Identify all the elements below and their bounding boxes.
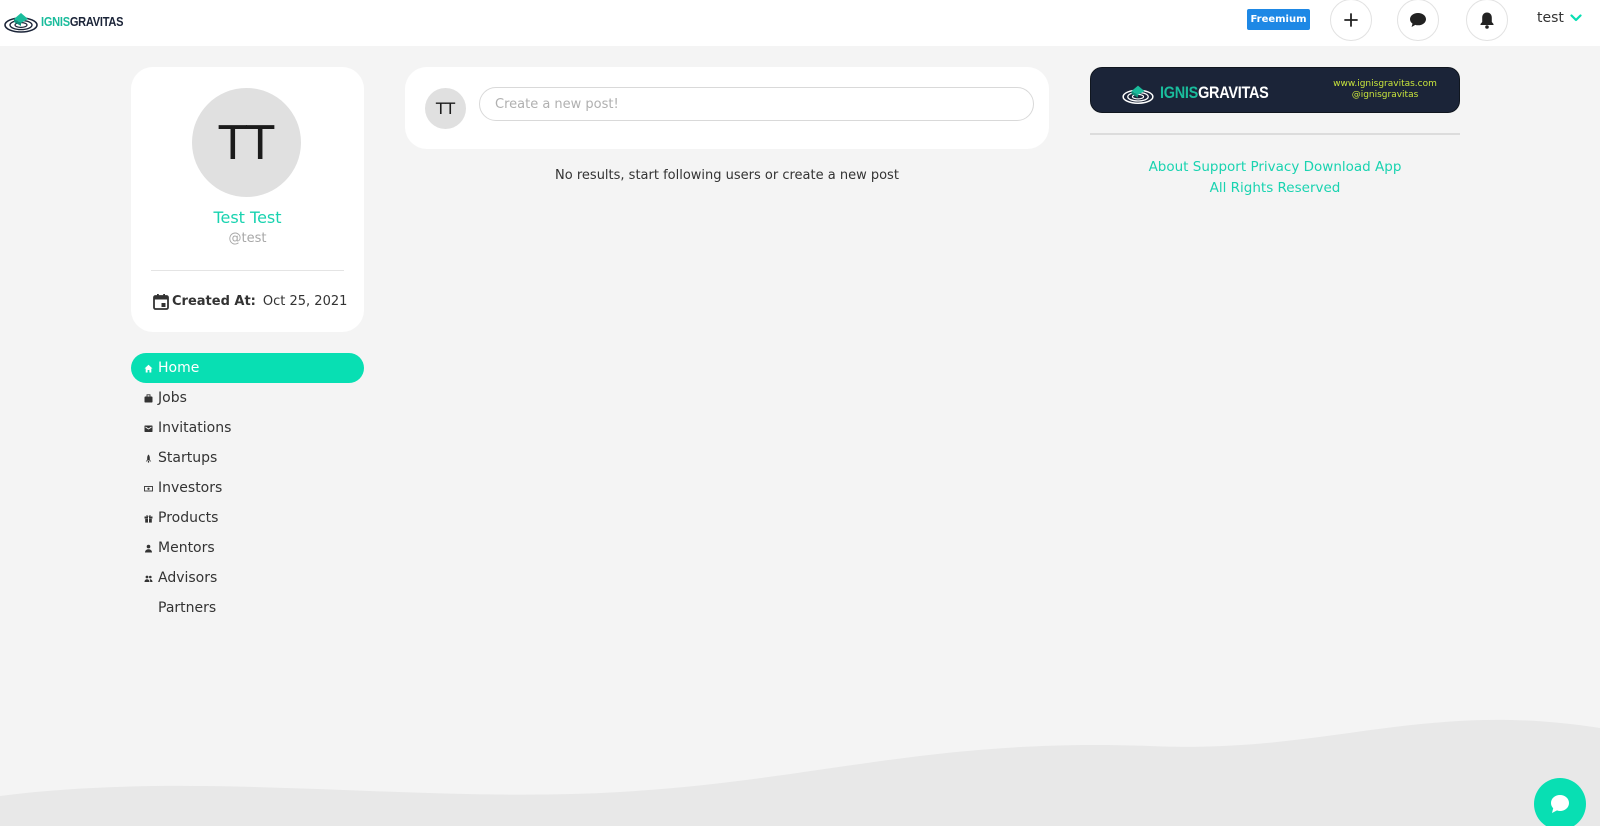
- home-icon: [143, 363, 153, 373]
- sidebar-item-startups[interactable]: Startups: [131, 443, 364, 473]
- created-at-label: Created At:: [172, 294, 256, 309]
- people-icon: [143, 573, 153, 583]
- footer-links: About Support Privacy Download App All R…: [1090, 157, 1460, 199]
- logo-icon: [4, 13, 38, 33]
- download-app-link[interactable]: Download App: [1304, 159, 1402, 175]
- sidebar-item-products[interactable]: Products: [131, 503, 364, 533]
- person-icon: [143, 543, 153, 553]
- feed-empty-message: No results, start following users or cre…: [555, 168, 899, 183]
- chat-bubble-icon: [1410, 13, 1426, 27]
- copyright-text: All Rights Reserved: [1209, 180, 1341, 196]
- sidebar-item-label: Home: [158, 360, 200, 376]
- rocket-icon: [143, 453, 153, 463]
- about-link[interactable]: About: [1149, 159, 1189, 175]
- messages-button[interactable]: [1397, 0, 1439, 41]
- sidebar-item-label: Invitations: [158, 420, 232, 436]
- sidebar-item-label: Jobs: [158, 390, 187, 406]
- banner-logo-text: IGNISGRAVITAS: [1160, 83, 1269, 102]
- profile-handle: @test: [228, 231, 267, 246]
- mail-icon: [143, 423, 153, 433]
- created-at-row: Created At: Oct 25, 2021: [153, 293, 347, 310]
- sidebar-item-label: Investors: [158, 480, 223, 496]
- username-label: test: [1537, 10, 1564, 26]
- new-post-input[interactable]: [479, 87, 1034, 121]
- sidebar-item-advisors[interactable]: Advisors: [131, 563, 364, 593]
- logo-icon: [1122, 85, 1154, 104]
- sidebar-item-label: Advisors: [158, 570, 218, 586]
- chat-bubble-icon: [1551, 795, 1569, 813]
- sidebar-item-invitations[interactable]: Invitations: [131, 413, 364, 443]
- money-icon: [143, 483, 153, 493]
- brand-logo[interactable]: IGNISGRAVITAS: [4, 7, 138, 35]
- sidebar-item-home[interactable]: Home: [131, 353, 364, 383]
- sidebar-item-mentors[interactable]: Mentors: [131, 533, 364, 563]
- sidebar-item-partners[interactable]: Partners: [131, 593, 364, 623]
- divider: [1090, 133, 1460, 135]
- privacy-link[interactable]: Privacy: [1250, 159, 1299, 175]
- live-chat-button[interactable]: [1534, 778, 1586, 826]
- profile-card: TT Test Test @test Created At: Oct 25, 2…: [131, 67, 364, 332]
- avatar[interactable]: TT: [425, 88, 466, 129]
- user-menu[interactable]: test: [1537, 10, 1582, 26]
- sidebar-item-jobs[interactable]: Jobs: [131, 383, 364, 413]
- plus-icon: [1344, 13, 1358, 27]
- banner-contact: www.ignisgravitas.com @ignisgravitas: [1315, 79, 1455, 101]
- avatar[interactable]: TT: [192, 88, 301, 197]
- bell-icon: [1480, 12, 1494, 29]
- top-navbar: IGNISGRAVITAS Freemium test: [0, 0, 1600, 46]
- sidebar-item-investors[interactable]: Investors: [131, 473, 364, 503]
- support-link[interactable]: Support: [1193, 159, 1246, 175]
- banner-logo: IGNISGRAVITAS: [1119, 80, 1288, 106]
- sidebar-item-label: Mentors: [158, 540, 215, 556]
- sidebar-item-label: Products: [158, 510, 219, 526]
- calendar-icon: [153, 294, 169, 310]
- banner-social: @ignisgravitas: [1351, 90, 1419, 100]
- gift-icon: [143, 513, 153, 523]
- logo-text: IGNISGRAVITAS: [41, 13, 124, 29]
- briefcase-icon: [143, 393, 153, 403]
- background-wave: [0, 719, 1600, 826]
- plan-badge[interactable]: Freemium: [1247, 9, 1310, 30]
- sidebar-item-label: Startups: [158, 450, 218, 466]
- post-composer: TT: [405, 67, 1049, 149]
- sidebar-nav: Home Jobs Invitations Startups Investors…: [131, 353, 364, 623]
- create-button[interactable]: [1330, 0, 1372, 41]
- chevron-down-icon: [1570, 14, 1582, 22]
- profile-name[interactable]: Test Test: [131, 208, 364, 227]
- sidebar-item-label: Partners: [158, 600, 217, 616]
- divider: [151, 270, 344, 271]
- notifications-button[interactable]: [1466, 0, 1508, 41]
- brand-banner[interactable]: IGNISGRAVITAS www.ignisgravitas.com @ign…: [1090, 67, 1460, 113]
- created-at-value: Oct 25, 2021: [262, 294, 348, 309]
- banner-url: www.ignisgravitas.com: [1333, 79, 1437, 89]
